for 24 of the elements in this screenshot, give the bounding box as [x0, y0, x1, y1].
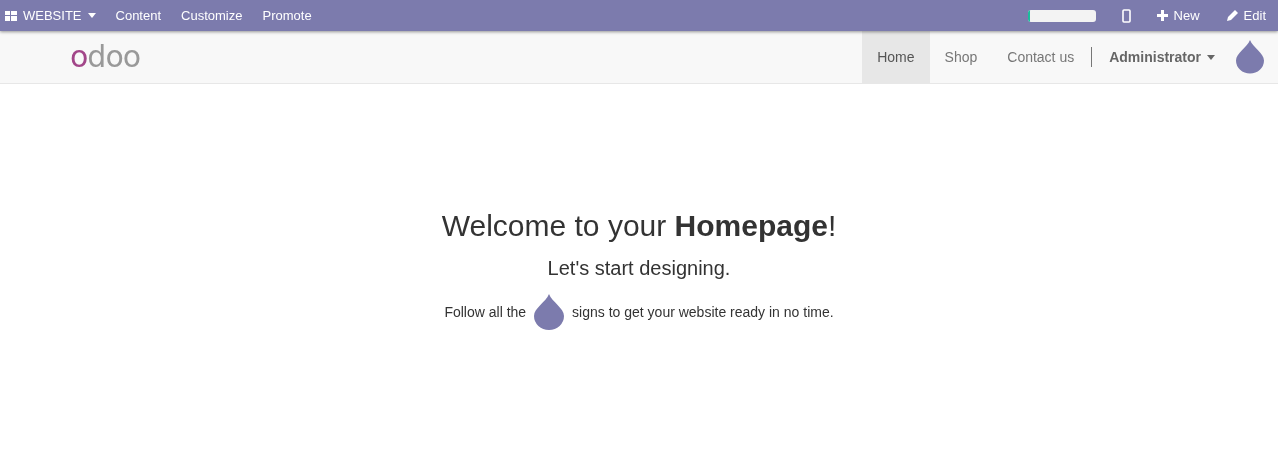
website-menu[interactable]: WEBSITE	[5, 8, 96, 23]
nav-link[interactable]: Home	[862, 31, 930, 83]
droplet-icon	[534, 294, 565, 330]
menu-item[interactable]: Promote	[262, 8, 312, 23]
menu-item[interactable]: Content	[115, 8, 162, 23]
menu-item[interactable]: Customize	[181, 8, 243, 23]
hint-text: signs to get your website ready in no time.	[572, 304, 834, 320]
nav-link[interactable]: Contact us	[992, 31, 1090, 83]
progress-bar	[1027, 9, 1096, 22]
plus-icon	[1156, 10, 1168, 21]
subtitle: Let's start designing.	[547, 257, 731, 280]
welcome-heading: Welcome to your Homepage!	[441, 209, 837, 243]
hint-text: Follow all the	[444, 304, 527, 320]
caret-icon	[87, 13, 96, 18]
nav-link[interactable]: Shop	[929, 31, 993, 83]
mobile-icon[interactable]	[1121, 8, 1131, 23]
user-menu[interactable]: Administrator	[1094, 49, 1230, 65]
edit-button[interactable]: Edit	[1225, 8, 1266, 23]
logo[interactable]: odoo	[70, 42, 141, 72]
grid-icon	[5, 10, 17, 21]
new-button[interactable]: New	[1156, 8, 1200, 23]
droplet-icon	[1236, 40, 1264, 74]
caret-icon	[1207, 54, 1215, 60]
pencil-icon	[1225, 9, 1238, 22]
